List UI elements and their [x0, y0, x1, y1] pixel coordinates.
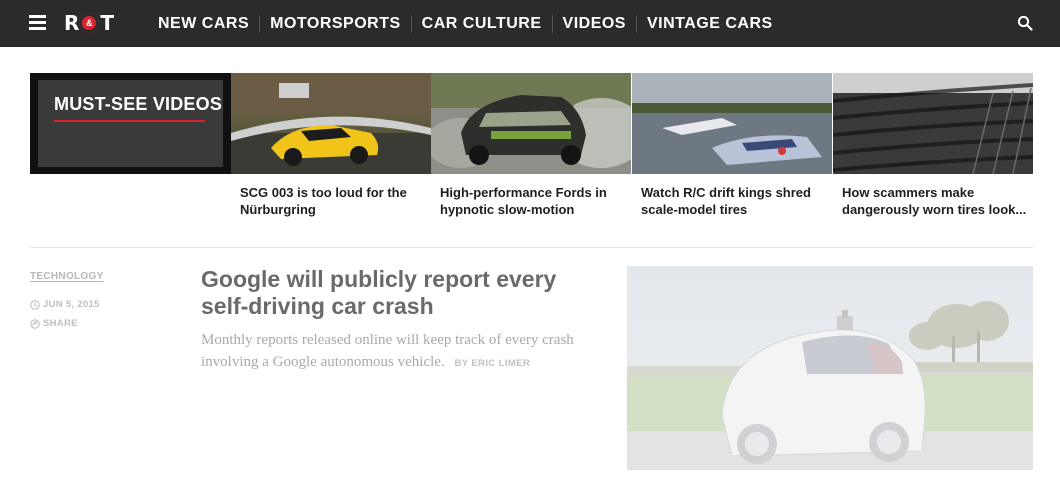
video-card[interactable]: High-performance Fords in hypnotic slow-… — [431, 73, 631, 218]
search-icon[interactable] — [1017, 15, 1033, 31]
title-underline — [54, 120, 205, 122]
video-title[interactable]: SCG 003 is too loud for the Nürburgring — [231, 174, 425, 218]
section-divider — [30, 247, 1033, 248]
logo-letter-r: R — [64, 11, 79, 35]
must-see-videos-strip: MUST-SEE VIDEOS SCG 003 is too loud for … — [30, 73, 1033, 243]
top-nav-bar: R & T NEW CARS MOTORSPORTS CAR CULTURE V… — [0, 0, 1060, 47]
nav-motorsports[interactable]: MOTORSPORTS — [260, 14, 412, 33]
main-nav: NEW CARS MOTORSPORTS CAR CULTURE VIDEOS … — [148, 0, 783, 47]
story-card: TECHNOLOGY JUN 5, 2015 SHARE Google will… — [30, 266, 1033, 470]
date-text: JUN 5, 2015 — [43, 299, 100, 310]
video-thumbnail[interactable] — [632, 73, 832, 174]
nav-new-cars[interactable]: NEW CARS — [148, 14, 261, 33]
share-icon — [30, 318, 40, 329]
nav-vintage-cars[interactable]: VINTAGE CARS — [637, 15, 783, 33]
video-title[interactable]: Watch R/C drift kings shred scale-model … — [632, 174, 826, 218]
share-text: SHARE — [43, 318, 78, 329]
video-thumbnail[interactable] — [231, 73, 431, 174]
site-logo[interactable]: R & T — [64, 11, 114, 35]
video-title[interactable]: How scammers make dangerously worn tires… — [833, 174, 1027, 218]
category-link[interactable]: TECHNOLOGY — [30, 271, 104, 282]
story-hero-image[interactable] — [627, 266, 1033, 470]
logo-ampersand-badge: & — [79, 13, 100, 33]
story-dek: Monthly reports released online will kee… — [201, 329, 621, 375]
clock-icon — [30, 299, 40, 310]
video-card[interactable]: Watch R/C drift kings shred scale-model … — [632, 73, 832, 218]
must-see-videos-header: MUST-SEE VIDEOS — [30, 73, 239, 174]
video-card[interactable]: How scammers make dangerously worn tires… — [833, 73, 1033, 218]
video-thumbnail[interactable] — [431, 73, 631, 174]
hamburger-icon[interactable] — [29, 14, 46, 30]
logo-letter-t: T — [100, 11, 114, 35]
video-title[interactable]: High-performance Fords in hypnotic slow-… — [431, 174, 625, 218]
must-see-title: MUST-SEE VIDEOS — [54, 94, 223, 114]
story-headline[interactable]: Google will publicly report every self-d… — [201, 266, 591, 320]
byline[interactable]: BY ERIC LIMER — [454, 358, 530, 369]
video-thumbnail[interactable] — [833, 73, 1033, 174]
nav-car-culture[interactable]: CAR CULTURE — [412, 14, 553, 33]
story-date: JUN 5, 2015 — [30, 299, 100, 310]
must-see-panel: MUST-SEE VIDEOS — [38, 80, 223, 167]
nav-videos[interactable]: VIDEOS — [553, 14, 637, 33]
video-card[interactable]: SCG 003 is too loud for the Nürburgring — [231, 73, 431, 218]
share-button[interactable]: SHARE — [30, 318, 78, 329]
